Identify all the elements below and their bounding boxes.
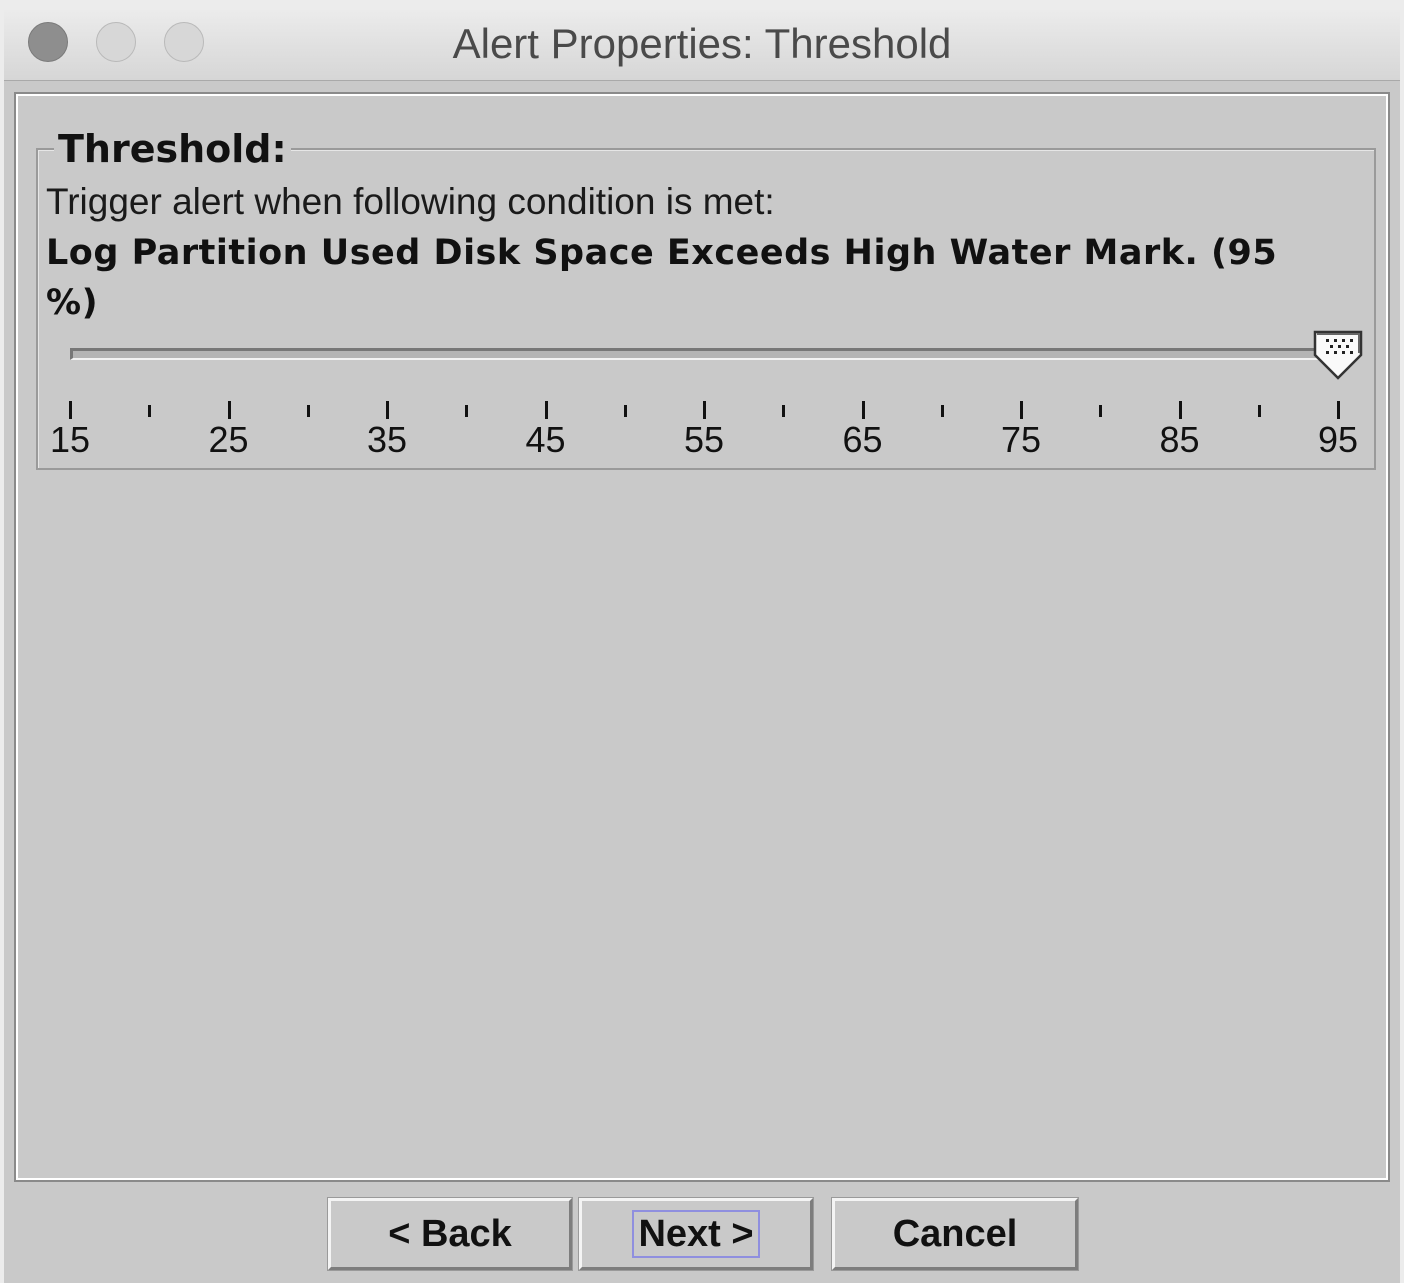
tick-label: 75 [1000, 419, 1042, 460]
threshold-legend: Threshold: [54, 128, 291, 170]
minor-tick [623, 405, 627, 417]
trigger-prompt: Trigger alert when following condition i… [46, 181, 775, 222]
major-tick [861, 401, 865, 419]
threshold-slider[interactable]: 15 25 35 45 55 65 75 85 95 [18, 321, 1390, 461]
tick-label: 55 [683, 419, 725, 460]
tick-label: 45 [525, 419, 566, 460]
minor-tick [1257, 405, 1261, 417]
cancel-button[interactable]: Cancel [831, 1197, 1079, 1271]
back-button-label: < Back [388, 1213, 512, 1255]
title-bar: Alert Properties: Threshold [4, 8, 1400, 81]
cancel-button-label: Cancel [892, 1213, 1018, 1255]
slider-thumb-icon[interactable] [1312, 329, 1364, 387]
condition-text: Log Partition Used Disk Space Exceeds Hi… [46, 228, 1356, 328]
condition-line-1: Log Partition Used Disk Space Exceeds Hi… [46, 233, 1278, 273]
next-button[interactable]: Next > [578, 1197, 814, 1271]
tick-label: 65 [842, 419, 883, 460]
major-tick [1337, 401, 1340, 419]
tick-label: 95 [1317, 419, 1359, 460]
major-tick [69, 401, 72, 419]
major-tick [703, 401, 706, 419]
window-title: Alert Properties: Threshold [452, 20, 952, 67]
minor-tick [306, 405, 310, 417]
back-button[interactable]: < Back [327, 1197, 573, 1271]
minor-tick [782, 405, 786, 417]
minor-tick [940, 405, 944, 417]
minor-tick [1099, 405, 1103, 417]
major-tick [544, 401, 548, 419]
content-panel: Threshold: Trigger alert when following … [14, 92, 1390, 1182]
alert-properties-window: Alert Properties: Threshold Threshold: T… [4, 8, 1400, 1283]
slider-track[interactable] [70, 348, 1338, 360]
tick-label: 35 [366, 419, 408, 460]
minor-tick [148, 405, 152, 417]
major-tick [227, 401, 231, 419]
slider-ticks: 15 25 35 45 55 65 75 85 95 [18, 383, 1390, 463]
tick-label: 25 [208, 419, 249, 460]
next-button-label: Next > [632, 1210, 760, 1258]
tick-label: 15 [49, 419, 91, 460]
tick-label: 85 [1159, 419, 1200, 460]
major-tick [1020, 401, 1023, 419]
minor-tick [465, 405, 469, 417]
major-tick [386, 401, 389, 419]
major-tick [1178, 401, 1182, 419]
